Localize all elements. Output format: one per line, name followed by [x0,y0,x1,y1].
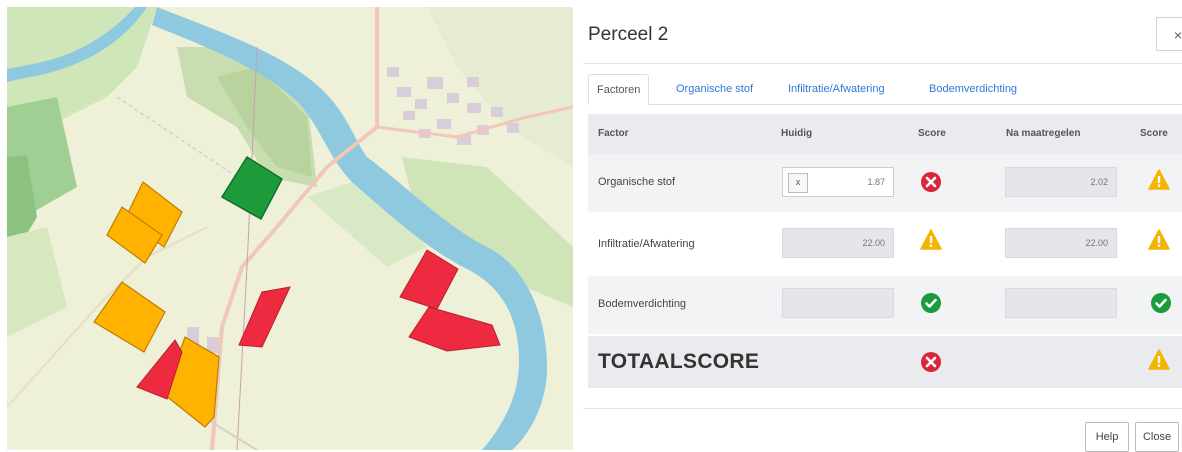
error-icon [921,172,941,192]
huidig-value: 1.87 [867,177,885,187]
huidig-input[interactable]: x 1.87 [782,167,894,197]
warning-icon [1148,229,1170,250]
error-icon [921,352,941,372]
warning-icon [1148,169,1170,190]
factor-label: Organische stof [598,176,676,188]
tab-infiltratie-afwatering[interactable]: Infiltratie/Afwatering [788,74,885,104]
parcel-map[interactable] [7,7,573,450]
help-button[interactable]: Help [1085,422,1129,452]
ok-icon [921,293,941,313]
header-factor: Factor [598,128,629,139]
total-label: TOTAALSCORE [598,350,760,373]
tab-organische-stof[interactable]: Organische stof [676,74,753,104]
modal-title: Perceel 2 [588,24,669,45]
tab-bodemverdichting[interactable]: Bodemverdichting [929,74,1017,104]
na-value: 2.02 [1090,177,1108,187]
factor-label: Infiltratie/Afwatering [598,238,695,250]
close-button[interactable]: Close [1135,422,1179,452]
footer-divider [583,408,1182,409]
huidig-input[interactable] [782,288,894,318]
close-icon[interactable]: × [1156,17,1182,51]
header-huidig: Huidig [781,128,813,139]
total-row: TOTAALSCORE [588,336,1182,388]
table-row: Organische stof x 1.87 2.02 [588,154,1182,212]
header-score-after: Score [1140,128,1168,139]
clear-button[interactable]: x [788,173,808,193]
na-maatregelen-input[interactable] [1005,288,1117,318]
na-maatregelen-input[interactable]: 22.00 [1005,228,1117,258]
tab-factoren[interactable]: Factoren [588,74,650,105]
table-row: Infiltratie/Afwatering 22.00 22.00 [588,214,1182,272]
huidig-value: 22.00 [862,238,885,248]
header-na-maatregelen: Na maatregelen [1006,128,1081,139]
header-divider [583,63,1182,64]
table-row: Bodemverdichting [588,276,1182,334]
warning-icon [920,229,942,250]
factor-table: Factor Huidig Score Na maatregelen Score… [588,114,1182,388]
factor-label: Bodemverdichting [598,298,687,310]
na-maatregelen-input[interactable]: 2.02 [1005,167,1117,197]
ok-icon [1151,293,1171,313]
table-header: Factor Huidig Score Na maatregelen Score [588,114,1182,154]
tab-bar: Factoren Organische stof Infiltratie/Afw… [588,74,1182,105]
na-value: 22.00 [1085,238,1108,248]
header-score: Score [918,128,946,139]
huidig-input[interactable]: 22.00 [782,228,894,258]
perceel-modal: Perceel 2 × Factoren Organische stof Inf… [583,7,1182,452]
warning-icon [1148,349,1170,370]
